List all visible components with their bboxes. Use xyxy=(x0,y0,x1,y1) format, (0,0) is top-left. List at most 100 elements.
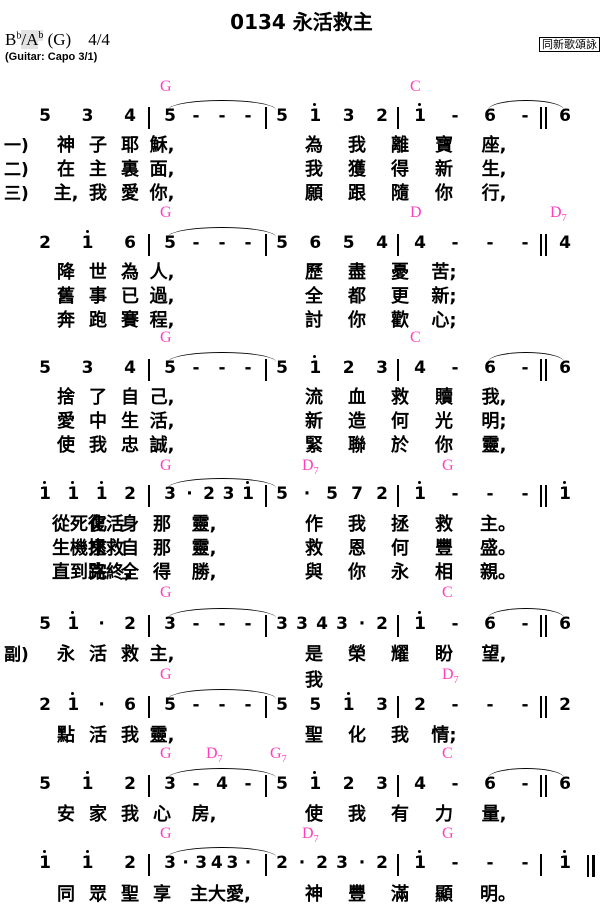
lyric-word: 明; xyxy=(481,411,507,432)
lyric-word: 耶 xyxy=(121,135,139,156)
lyric-word: 跑 xyxy=(89,310,107,331)
hymn-sheet: { "hymn": { "title": "0134 永活救主", "sourc… xyxy=(0,0,603,909)
lyric-word: 那 xyxy=(153,514,171,535)
lyric-word: 情; xyxy=(431,725,457,746)
note: 4 xyxy=(124,358,136,378)
tie-arc xyxy=(168,768,276,778)
lyric-word: 榮 xyxy=(348,644,366,665)
barline xyxy=(397,485,399,507)
barline xyxy=(148,485,150,507)
note: 4 xyxy=(316,614,328,634)
barline xyxy=(148,234,150,256)
note: - xyxy=(451,774,459,794)
lyric-word: 力 xyxy=(435,804,453,825)
barline xyxy=(540,854,542,876)
chord-symbol: G xyxy=(160,745,172,762)
chord-symbol: G xyxy=(160,666,172,683)
lyric-word: 愛 xyxy=(57,411,75,432)
barline xyxy=(540,775,542,797)
lyric-word: 流 xyxy=(305,387,323,408)
chord-symbol: D7 xyxy=(302,825,319,846)
note: 3 xyxy=(376,358,388,378)
barline xyxy=(397,234,399,256)
note: 1 xyxy=(305,103,325,126)
barline xyxy=(397,775,399,797)
note: 1 xyxy=(410,103,430,126)
lyric-word: 心 xyxy=(153,804,171,825)
lyric-word: 勝, xyxy=(191,562,217,583)
lyric-word: 主大愛, xyxy=(190,884,251,905)
lyric-word: 降 xyxy=(57,262,75,283)
lyric-word: 我 xyxy=(391,725,409,746)
lyric-word: 緊 xyxy=(305,435,323,456)
barline xyxy=(397,359,399,381)
lyric-word: 你, xyxy=(149,183,175,204)
note: 1 xyxy=(410,850,430,873)
lyric-word: 獲 xyxy=(348,159,366,180)
lyric-word: 我 xyxy=(121,804,139,825)
lyric-word: 事 xyxy=(89,286,107,307)
capo-note: (Guitar: Capo 3/1) xyxy=(5,51,98,63)
note: 4 xyxy=(414,233,426,253)
note: 2 xyxy=(376,614,388,634)
note: 2 xyxy=(376,484,388,504)
lyric-word: 我 xyxy=(121,725,139,746)
lyric-word: 靈, xyxy=(191,538,217,559)
lyric-word: 滿 xyxy=(391,884,409,905)
lyric-word: 苦; xyxy=(431,262,457,283)
lyric-word: 我 xyxy=(348,804,366,825)
chord-subscript: 7 xyxy=(313,834,319,846)
note: 2 xyxy=(124,484,136,504)
lyric-word: 救 xyxy=(391,387,409,408)
chord-symbol: G xyxy=(160,584,172,601)
lyric-word: 新 xyxy=(435,159,453,180)
lyric-word: 拯 xyxy=(391,514,409,535)
lyric-word: 穌, xyxy=(149,135,175,156)
note: 1 xyxy=(78,850,98,873)
lyric-word: 靈, xyxy=(191,514,217,535)
note: 3 xyxy=(81,358,94,378)
lyric-word: 點 xyxy=(57,725,75,746)
lyric-word: 使 xyxy=(57,435,75,456)
lyric-word: 神 xyxy=(305,884,323,905)
lyric-word: 主。 xyxy=(480,514,516,535)
barline xyxy=(265,485,267,507)
note: 1 xyxy=(35,481,55,504)
note: 4 xyxy=(559,233,571,253)
lyric-word: 得 xyxy=(391,159,409,180)
note: - xyxy=(451,695,459,715)
note: 2 xyxy=(342,774,355,794)
verse-label: 一) xyxy=(4,136,29,156)
lyric-word: 房, xyxy=(191,804,217,825)
lyric-word: 是我 xyxy=(305,644,323,691)
barline xyxy=(265,696,267,718)
barline xyxy=(545,615,547,637)
lyric-word: 贖 xyxy=(435,387,453,408)
chord-symbol: G7 xyxy=(270,745,287,766)
lyric-word: 你 xyxy=(348,562,366,583)
barline xyxy=(265,107,267,129)
note: 3 xyxy=(336,853,348,873)
note: · xyxy=(303,484,311,504)
barline xyxy=(540,696,542,718)
lyric-word: 豐 xyxy=(348,884,366,905)
final-barline-thin xyxy=(587,855,589,877)
note: 3 xyxy=(336,614,348,634)
lyric-word: 心; xyxy=(431,310,457,331)
lyric-word: 主, xyxy=(53,183,79,204)
note: 6 xyxy=(124,695,136,715)
barline xyxy=(265,854,267,876)
lyric-word: 賽 xyxy=(121,310,139,331)
barline xyxy=(540,107,542,129)
note: - xyxy=(521,484,529,504)
lyric-word: 全 xyxy=(305,286,323,307)
lyric-word: 新 xyxy=(305,411,323,432)
note: · xyxy=(298,853,306,873)
lyric-word: 永 xyxy=(391,562,409,583)
lyric-word: 全 xyxy=(121,562,139,583)
barline xyxy=(397,854,399,876)
lyric-word: 你 xyxy=(435,183,453,204)
lyric-word: 座, xyxy=(481,135,507,156)
lyric-word: 己, xyxy=(149,387,175,408)
chord-symbol: D xyxy=(410,204,422,221)
